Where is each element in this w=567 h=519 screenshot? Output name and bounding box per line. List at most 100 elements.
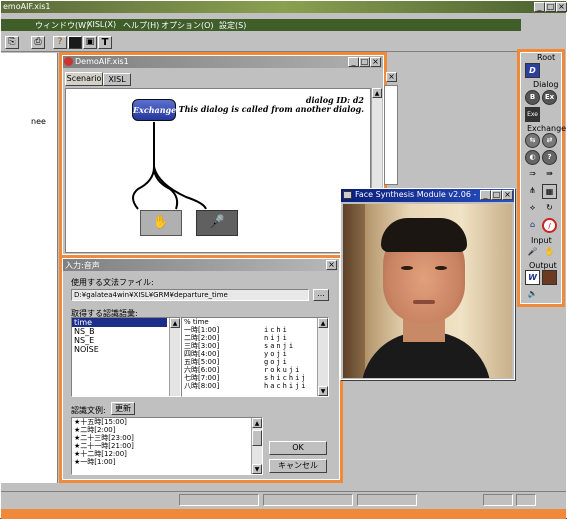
palette-section-input: Input	[531, 236, 552, 245]
vocab-item-time[interactable]: time	[72, 318, 167, 327]
face-maximize-button[interactable]: □	[491, 190, 502, 200]
grammar-list-header: % time	[184, 318, 209, 326]
face-hair	[381, 218, 467, 252]
exchange-par-icon[interactable]: ⇄	[542, 133, 557, 148]
no-entry-icon[interactable]: /	[542, 218, 557, 233]
output-window-icon[interactable]: W	[525, 270, 540, 285]
examples-scrollbar[interactable]: ▲ ▼	[251, 418, 262, 474]
scenario-canvas: dialog ID: d2 This dialog is called from…	[65, 88, 371, 253]
update-button[interactable]: 更新	[111, 402, 135, 415]
output-agent-icon[interactable]	[542, 270, 557, 285]
grid-icon[interactable]: ▦	[542, 184, 557, 199]
examples-scroll-thumb[interactable]	[252, 430, 262, 446]
voice-input-tool-icon[interactable]: 🎤	[525, 245, 540, 260]
tree-icon[interactable]: ⋔	[525, 184, 540, 199]
face-close-button[interactable]: ×	[502, 190, 513, 200]
input-dialog: 入力:音声 × 使用する文法ファイル: D:¥galatea4win¥XISL¥…	[59, 255, 343, 483]
grammar-scroll-up[interactable]: ▲	[318, 318, 328, 328]
ok-button[interactable]: OK	[269, 441, 327, 455]
tab-xisl[interactable]: XISL	[103, 73, 131, 86]
edit-node-icon[interactable]: ▣	[83, 36, 97, 49]
gesture-input-node[interactable]: ✋	[140, 210, 182, 236]
grammar-row: 七時[7:00]shichiji	[184, 374, 308, 382]
exchange-dialog-icon[interactable]: Ex	[542, 90, 557, 105]
dialog-title-bar[interactable]: DemoAIF.xis1 _ □ ×	[63, 56, 383, 68]
examples-scroll-up[interactable]: ▲	[252, 418, 262, 428]
face-minimize-button[interactable]: _	[480, 190, 491, 200]
exchange-alt-icon[interactable]: ◐	[525, 150, 540, 165]
input-dialog-close-button[interactable]: ×	[326, 260, 337, 270]
face-title-bar[interactable]: Face Synthesis Module v2.06 - 21 _ □ ×	[341, 189, 514, 202]
grammar-list[interactable]: % time 一時[1:00] ichi 二時[2:00] niji 三時[3:00…	[181, 317, 329, 397]
exchange-help-icon[interactable]: ?	[542, 150, 557, 165]
recog-example-label: 認識文例:	[71, 406, 106, 415]
input-dialog-title-bar[interactable]: 入力:音声 ×	[63, 259, 339, 271]
vocab-item-ns-e[interactable]: NS_E	[72, 336, 180, 345]
root-dialog-icon[interactable]: D	[525, 63, 540, 78]
main-minimize-button[interactable]: _	[534, 2, 545, 12]
grammar-scrollbar[interactable]: ▲ ▼	[317, 318, 328, 396]
output-speaker-icon[interactable]: 🔈	[525, 287, 540, 302]
help-icon[interactable]: ?	[53, 36, 67, 49]
loop-icon[interactable]: ↻	[542, 201, 557, 216]
exe-icon[interactable]: Exe	[525, 107, 540, 122]
menu-settings[interactable]: 設定(S)	[219, 20, 246, 31]
status-pane-1	[179, 494, 259, 506]
arrow-stop-icon[interactable]: ⇛	[542, 167, 557, 182]
scenario-scroll-up[interactable]: ▲	[372, 88, 382, 98]
main-close-button[interactable]: ×	[556, 2, 567, 12]
status-pane-5	[516, 494, 536, 506]
menu-xisl[interactable]: XISL(X)	[87, 20, 116, 29]
voice-input-node[interactable]: 🎤	[196, 210, 238, 236]
cancel-button[interactable]: キャンセル	[269, 459, 327, 473]
examples-scroll-down[interactable]: ▼	[252, 464, 262, 474]
face-title: Face Synthesis Module v2.06 - 21	[355, 190, 479, 199]
status-pane-4	[483, 494, 513, 506]
grammar-file-field[interactable]: D:¥galatea4win¥XISL¥GRM¥departure_time	[71, 289, 309, 301]
vocab-scrollbar[interactable]: ▲	[169, 318, 180, 396]
begin-dialog-icon[interactable]: B	[525, 90, 540, 105]
exchange-seq-icon[interactable]: ⇆	[525, 133, 540, 148]
main-maximize-button[interactable]: □	[545, 2, 556, 12]
vocab-scroll-up[interactable]: ▲	[170, 318, 180, 328]
dialog-maximize-button[interactable]: □	[359, 57, 370, 67]
grammar-row: 二時[2:00] niji	[184, 334, 289, 342]
menu-window[interactable]: ウィンドウ(W)	[35, 20, 89, 31]
menu-options[interactable]: オプション(O)	[161, 20, 214, 31]
menu-bar: ウィンドウ(W) XISL(X) ヘルプ(H) オプション(O) 設定(S)	[1, 19, 521, 31]
palette-section-output: Output	[529, 261, 557, 270]
vocab-list[interactable]: time NS_B NS_E NOISE ▲	[71, 317, 181, 397]
examples-list[interactable]: ★十五時[15:00] ★二時[2:00] ★二十三時[23:00] ★二十一時…	[71, 417, 263, 475]
branch-icon[interactable]: ⟡	[525, 201, 540, 216]
face-window-icon	[343, 191, 352, 199]
text-tool-button[interactable]: T	[98, 36, 112, 49]
grammar-row: 六時[6:00] rokuji	[184, 366, 302, 374]
pointing-input-tool-icon[interactable]: ✋	[542, 245, 557, 260]
vocab-item-ns-b[interactable]: NS_B	[72, 327, 180, 336]
xisl-window-panel	[384, 85, 398, 185]
main-title-bar[interactable]: emoAIF.xis1 _ □ ×	[1, 1, 567, 13]
example-item: ★二時[2:00]	[74, 426, 116, 434]
arrow-right-icon[interactable]: ⇒	[525, 167, 540, 182]
palette-section-exchange: Exchange	[527, 124, 567, 133]
browse-button[interactable]: ...	[313, 289, 329, 301]
grammar-row: 四時[4:00] yoji	[184, 350, 289, 358]
print-icon[interactable]: ⎙	[31, 36, 45, 49]
main-title: emoAIF.xis1	[3, 2, 51, 11]
xisl-window-close-button[interactable]: ×	[386, 72, 397, 82]
vocab-item-noise[interactable]: NOISE	[72, 345, 180, 354]
toolbar: ⎘ ⎙ ? ▣ T	[1, 34, 521, 52]
home-icon[interactable]: ⌂	[525, 218, 540, 233]
status-pane-2	[263, 494, 353, 506]
dialog-close-button[interactable]: ×	[370, 57, 381, 67]
menu-help[interactable]: ヘルプ(H)	[123, 20, 159, 31]
tab-scenario[interactable]: Scenario	[65, 72, 103, 86]
grammar-scroll-down[interactable]: ▼	[318, 386, 328, 396]
agent-icon[interactable]	[68, 36, 82, 49]
left-work-area: nee	[1, 53, 58, 483]
dialog-window: DemoAIF.xis1 _ □ × Scenario XISL dialog …	[59, 52, 387, 258]
face-eye-left	[401, 266, 413, 270]
dialog-minimize-button[interactable]: _	[348, 57, 359, 67]
copy-icon[interactable]: ⎘	[5, 36, 19, 49]
palette-section-dialog: Dialog	[533, 80, 559, 89]
